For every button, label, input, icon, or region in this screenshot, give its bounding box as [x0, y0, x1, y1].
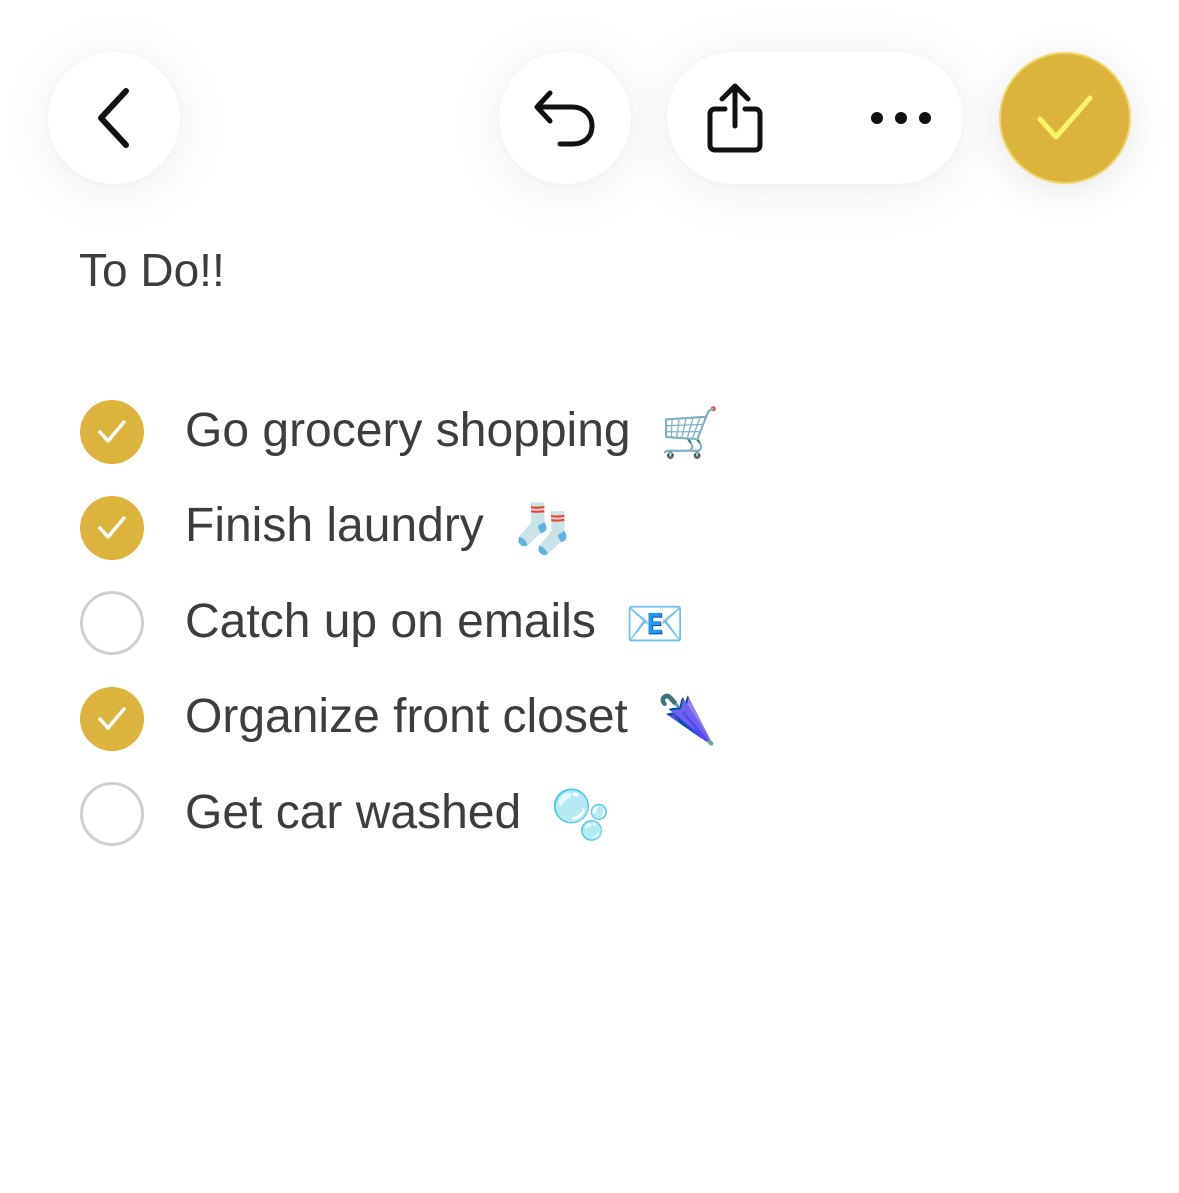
checkmark-icon	[98, 515, 126, 539]
checklist-item: Catch up on emails 📧	[80, 591, 720, 655]
undo-button[interactable]	[499, 52, 631, 184]
note-title[interactable]: To Do!!	[79, 242, 225, 298]
ellipsis-icon	[871, 112, 931, 124]
item-label: Finish laundry	[185, 499, 484, 553]
item-label: Go grocery shopping	[185, 403, 631, 457]
checkmark-icon	[98, 420, 126, 443]
checkbox[interactable]	[80, 495, 144, 560]
back-button[interactable]	[48, 52, 180, 184]
checklist-item-text[interactable]: Go grocery shopping 🛒	[185, 399, 720, 465]
item-label: Catch up on emails	[185, 594, 596, 648]
item-label: Organize front closet	[185, 690, 628, 744]
share-more-group	[667, 52, 963, 184]
checklist-item: Get car washed 🫧	[80, 782, 720, 846]
checkmark-icon	[1037, 95, 1093, 140]
undo-arrow-icon	[534, 90, 595, 147]
checklist-item-text[interactable]: Organize front closet 🌂	[185, 685, 717, 751]
share-icon	[707, 83, 763, 153]
checklist-item: Organize front closet 🌂	[80, 685, 720, 751]
more-button[interactable]	[869, 52, 933, 184]
done-button[interactable]	[999, 52, 1131, 184]
sock-icon: 🧦	[513, 500, 573, 557]
bubbles-icon: 🫧	[550, 787, 611, 844]
share-button[interactable]	[703, 52, 767, 184]
chevron-left-icon	[98, 88, 129, 148]
checkmark-icon	[98, 706, 126, 730]
checkbox[interactable]	[80, 591, 144, 655]
checkbox[interactable]	[80, 686, 144, 751]
item-label: Get car washed	[185, 785, 522, 839]
checklist-item-text[interactable]: Catch up on emails 📧	[185, 590, 685, 656]
checkbox[interactable]	[80, 782, 144, 846]
checklist-item-text[interactable]: Get car washed 🫧	[185, 781, 610, 847]
checkbox[interactable]	[80, 400, 144, 464]
checklist-item: Finish laundry 🧦	[80, 494, 720, 560]
closed-umbrella-icon: 🌂	[657, 691, 717, 748]
email-icon: 📧	[625, 596, 685, 653]
checklist: Go grocery shopping 🛒 Finish laundry 🧦 C…	[80, 400, 720, 878]
checklist-item-text[interactable]: Finish laundry 🧦	[185, 494, 573, 560]
shopping-cart-icon: 🛒	[659, 405, 720, 462]
checklist-item: Go grocery shopping 🛒	[80, 400, 720, 464]
